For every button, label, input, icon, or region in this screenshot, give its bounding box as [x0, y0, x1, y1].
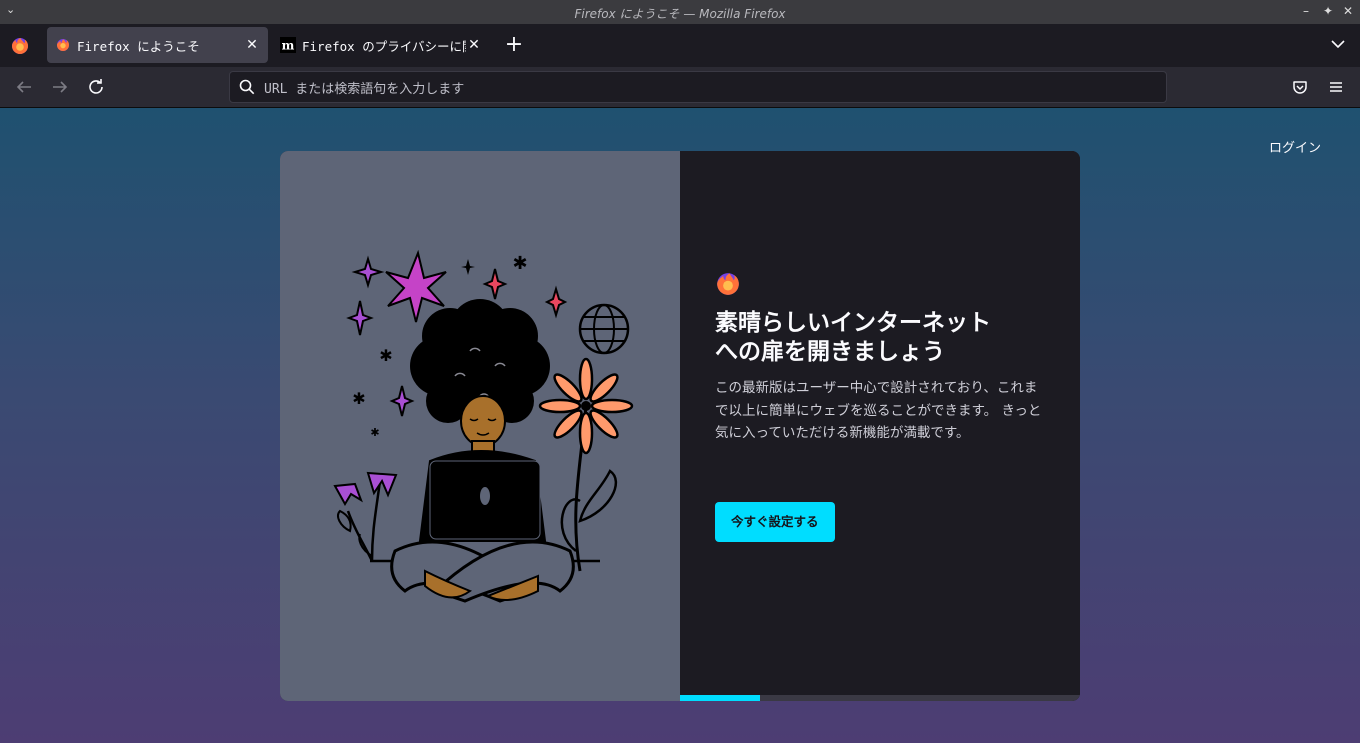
- tab-welcome[interactable]: Firefox にようこそ ✕: [47, 27, 268, 63]
- mozilla-m-icon: m: [280, 37, 296, 53]
- onboarding-progress-bar: [680, 695, 1080, 701]
- minimize-icon[interactable]: –: [1299, 4, 1313, 18]
- svg-text:m: m: [282, 39, 295, 53]
- close-tab-icon[interactable]: ✕: [244, 37, 260, 53]
- svg-text:✱: ✱: [379, 346, 392, 365]
- svg-text:✱: ✱: [352, 389, 365, 408]
- window-title: Firefox にようこそ — Mozilla Firefox: [574, 7, 786, 21]
- forward-icon[interactable]: [48, 75, 72, 99]
- illustration-panel: ✱ ✱ ✱ ✱: [280, 151, 680, 701]
- svg-text:✱: ✱: [512, 253, 527, 274]
- list-all-tabs-chevron-down-icon[interactable]: [1328, 34, 1348, 54]
- get-started-button[interactable]: 今すぐ設定する: [715, 502, 835, 542]
- firefox-icon: [57, 39, 69, 51]
- person-with-laptop-illustration: ✱ ✱ ✱ ✱: [333, 249, 634, 603]
- maximize-icon[interactable]: ✦: [1321, 4, 1335, 18]
- url-bar[interactable]: URL または検索語句を入力します: [229, 71, 1167, 103]
- welcome-page: ログイン ✱ ✱ ✱ ✱ 素晴らしいインターネット への扉を開きましょう この最…: [0, 108, 1360, 743]
- tab-strip: Firefox にようこそ ✕ m Firefox のプライバシーに関 ✕ +: [0, 24, 1360, 67]
- firefox-logo-icon: [717, 273, 739, 295]
- search-icon: [239, 79, 255, 95]
- onboarding-progress-fill: [680, 695, 760, 701]
- back-icon[interactable]: [12, 75, 36, 99]
- onboarding-card: ✱ ✱ ✱ ✱ 素晴らしいインターネット への扉を開きましょう この最新版はユー…: [280, 151, 1080, 701]
- tab-label: Firefox にようこそ: [77, 38, 200, 54]
- url-input-placeholder[interactable]: URL または検索語句を入力します: [264, 78, 464, 97]
- reload-icon[interactable]: [84, 75, 108, 99]
- login-link[interactable]: ログイン: [1269, 137, 1321, 156]
- menu-icon[interactable]: [1324, 75, 1348, 99]
- headline-line-1: 素晴らしいインターネット: [715, 310, 991, 336]
- new-tab-icon[interactable]: +: [502, 33, 526, 57]
- tab-privacy[interactable]: m Firefox のプライバシーに関 ✕: [272, 27, 490, 63]
- pocket-icon[interactable]: [1288, 75, 1312, 99]
- close-window-icon[interactable]: ✕: [1341, 4, 1355, 18]
- description-text: この最新版はユーザー中心で設計されており、これまで以上に簡単にウェブを巡ることが…: [715, 380, 1042, 441]
- content-panel: 素晴らしいインターネット への扉を開きましょう この最新版はユーザー中心で設計さ…: [680, 151, 1080, 701]
- page-title: 素晴らしいインターネット への扉を開きましょう: [715, 309, 1045, 367]
- firefox-view-icon[interactable]: [8, 34, 32, 58]
- window-titlebar: ⌄ Firefox にようこそ — Mozilla Firefox – ✦ ✕: [0, 0, 1360, 24]
- headline-line-2: への扉を開きましょう: [715, 339, 945, 365]
- close-tab-icon[interactable]: ✕: [466, 37, 482, 53]
- nav-bar: URL または検索語句を入力します: [0, 67, 1360, 108]
- svg-text:✱: ✱: [370, 426, 379, 439]
- tab-label: Firefox のプライバシーに関: [302, 38, 466, 54]
